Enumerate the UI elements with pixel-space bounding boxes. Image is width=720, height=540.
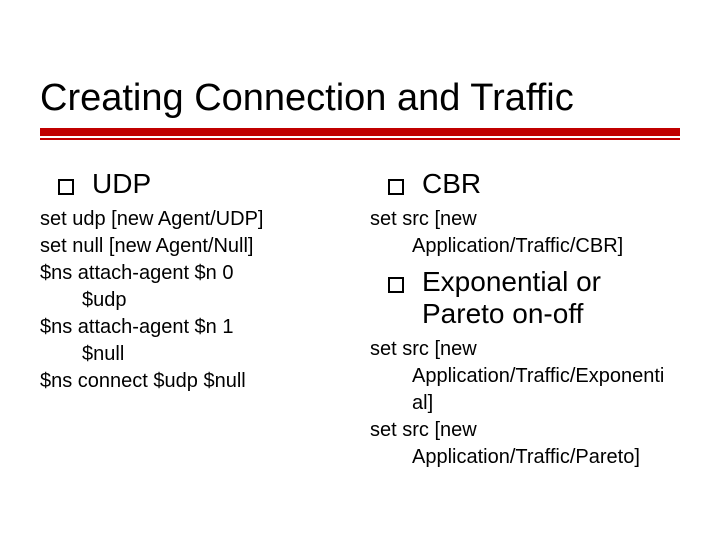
bullet-exp-pareto: Exponential or Pareto on-off xyxy=(388,266,680,330)
slide-title: Creating Connection and Traffic xyxy=(40,78,680,120)
heading-cbr: CBR xyxy=(422,168,481,200)
title-underline-thick xyxy=(40,128,680,136)
square-bullet-icon xyxy=(388,179,404,195)
code-line-continuation: Application/Traffic/Exponenti xyxy=(370,363,680,390)
right-column: CBR set src [new Application/Traffic/CBR… xyxy=(370,168,680,478)
code-line: $ns connect $udp $null xyxy=(40,368,350,395)
code-line: set src [new xyxy=(370,417,680,444)
code-line: set src [new xyxy=(370,206,680,233)
code-cbr: set src [new Application/Traffic/CBR] xyxy=(370,206,680,260)
code-line: $ns attach-agent $n 0 xyxy=(40,260,350,287)
slide: Creating Connection and Traffic UDP set … xyxy=(0,0,720,540)
code-line: set udp [new Agent/UDP] xyxy=(40,206,350,233)
code-line-continuation: al] xyxy=(370,390,680,417)
code-line: $ns attach-agent $n 1 xyxy=(40,314,350,341)
heading-udp: UDP xyxy=(92,168,151,200)
bullet-udp: UDP xyxy=(58,168,350,200)
code-line-continuation: Application/Traffic/CBR] xyxy=(370,233,680,260)
code-line: set null [new Agent/Null] xyxy=(40,233,350,260)
code-udp: set udp [new Agent/UDP] set null [new Ag… xyxy=(40,206,350,395)
square-bullet-icon xyxy=(58,179,74,195)
code-line: set src [new xyxy=(370,336,680,363)
title-block: Creating Connection and Traffic xyxy=(0,0,720,140)
code-line-continuation: $udp xyxy=(40,287,350,314)
left-column: UDP set udp [new Agent/UDP] set null [ne… xyxy=(40,168,350,478)
code-exp-pareto: set src [new Application/Traffic/Exponen… xyxy=(370,336,680,471)
square-bullet-icon xyxy=(388,277,404,293)
slide-body: UDP set udp [new Agent/UDP] set null [ne… xyxy=(0,140,720,478)
code-line-continuation: $null xyxy=(40,341,350,368)
bullet-cbr: CBR xyxy=(388,168,680,200)
heading-exp-pareto: Exponential or Pareto on-off xyxy=(422,266,680,330)
code-line-continuation: Application/Traffic/Pareto] xyxy=(370,444,680,471)
